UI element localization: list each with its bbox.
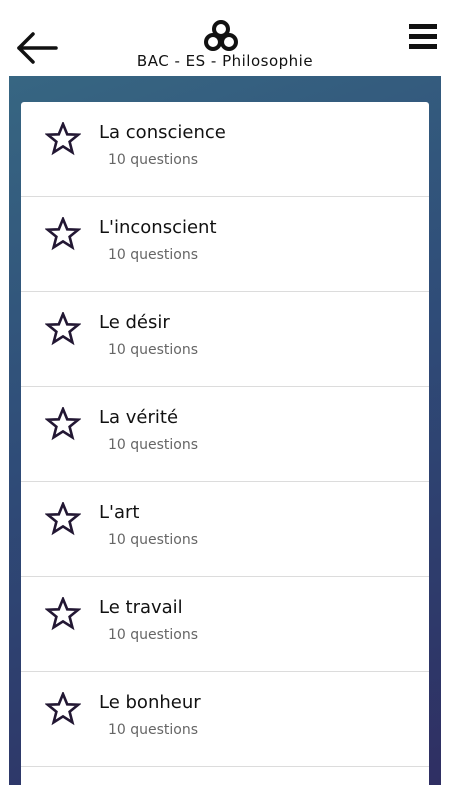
list-item[interactable]: La conscience 10 questions: [21, 102, 429, 197]
question-count: 10 questions: [108, 247, 199, 263]
list-item[interactable]: La vérité 10 questions: [21, 387, 429, 482]
app-logo: [204, 20, 238, 51]
topic-title: Le travail: [99, 597, 183, 618]
question-count: 10 questions: [108, 437, 199, 453]
question-count: 10 questions: [108, 152, 199, 168]
star-outline-icon[interactable]: [45, 597, 81, 633]
topic-title: Le désir: [99, 312, 170, 333]
content-panel: La conscience 10 questions L'inconscient…: [9, 76, 441, 785]
topic-title: L'inconscient: [99, 217, 217, 238]
star-outline-icon[interactable]: [45, 312, 81, 348]
app-title: BAC - ES - Philosophie: [136, 52, 314, 70]
star-outline-icon[interactable]: [45, 502, 81, 538]
star-outline-icon[interactable]: [45, 692, 81, 728]
list-item[interactable]: L'art 10 questions: [21, 482, 429, 577]
hamburger-menu-icon[interactable]: [409, 24, 439, 50]
star-outline-icon[interactable]: [45, 217, 81, 253]
topic-title: Le bonheur: [99, 692, 201, 713]
list-item[interactable]: Le bonheur 10 questions: [21, 672, 429, 767]
star-outline-icon[interactable]: [45, 407, 81, 443]
list-item[interactable]: L'inconscient 10 questions: [21, 197, 429, 292]
topic-title: La vérité: [99, 407, 179, 428]
question-count: 10 questions: [108, 342, 199, 358]
question-count: 10 questions: [108, 722, 199, 738]
list-item[interactable]: Le travail 10 questions: [21, 577, 429, 672]
topic-title: L'art: [99, 502, 140, 523]
topic-title: La conscience: [99, 122, 226, 143]
star-outline-icon[interactable]: [45, 122, 81, 158]
app-header: BAC - ES - Philosophie: [0, 0, 450, 76]
list-item[interactable]: Le désir 10 questions: [21, 292, 429, 387]
question-count: 10 questions: [108, 627, 199, 643]
question-count: 10 questions: [108, 532, 199, 548]
topic-list: La conscience 10 questions L'inconscient…: [21, 102, 429, 785]
